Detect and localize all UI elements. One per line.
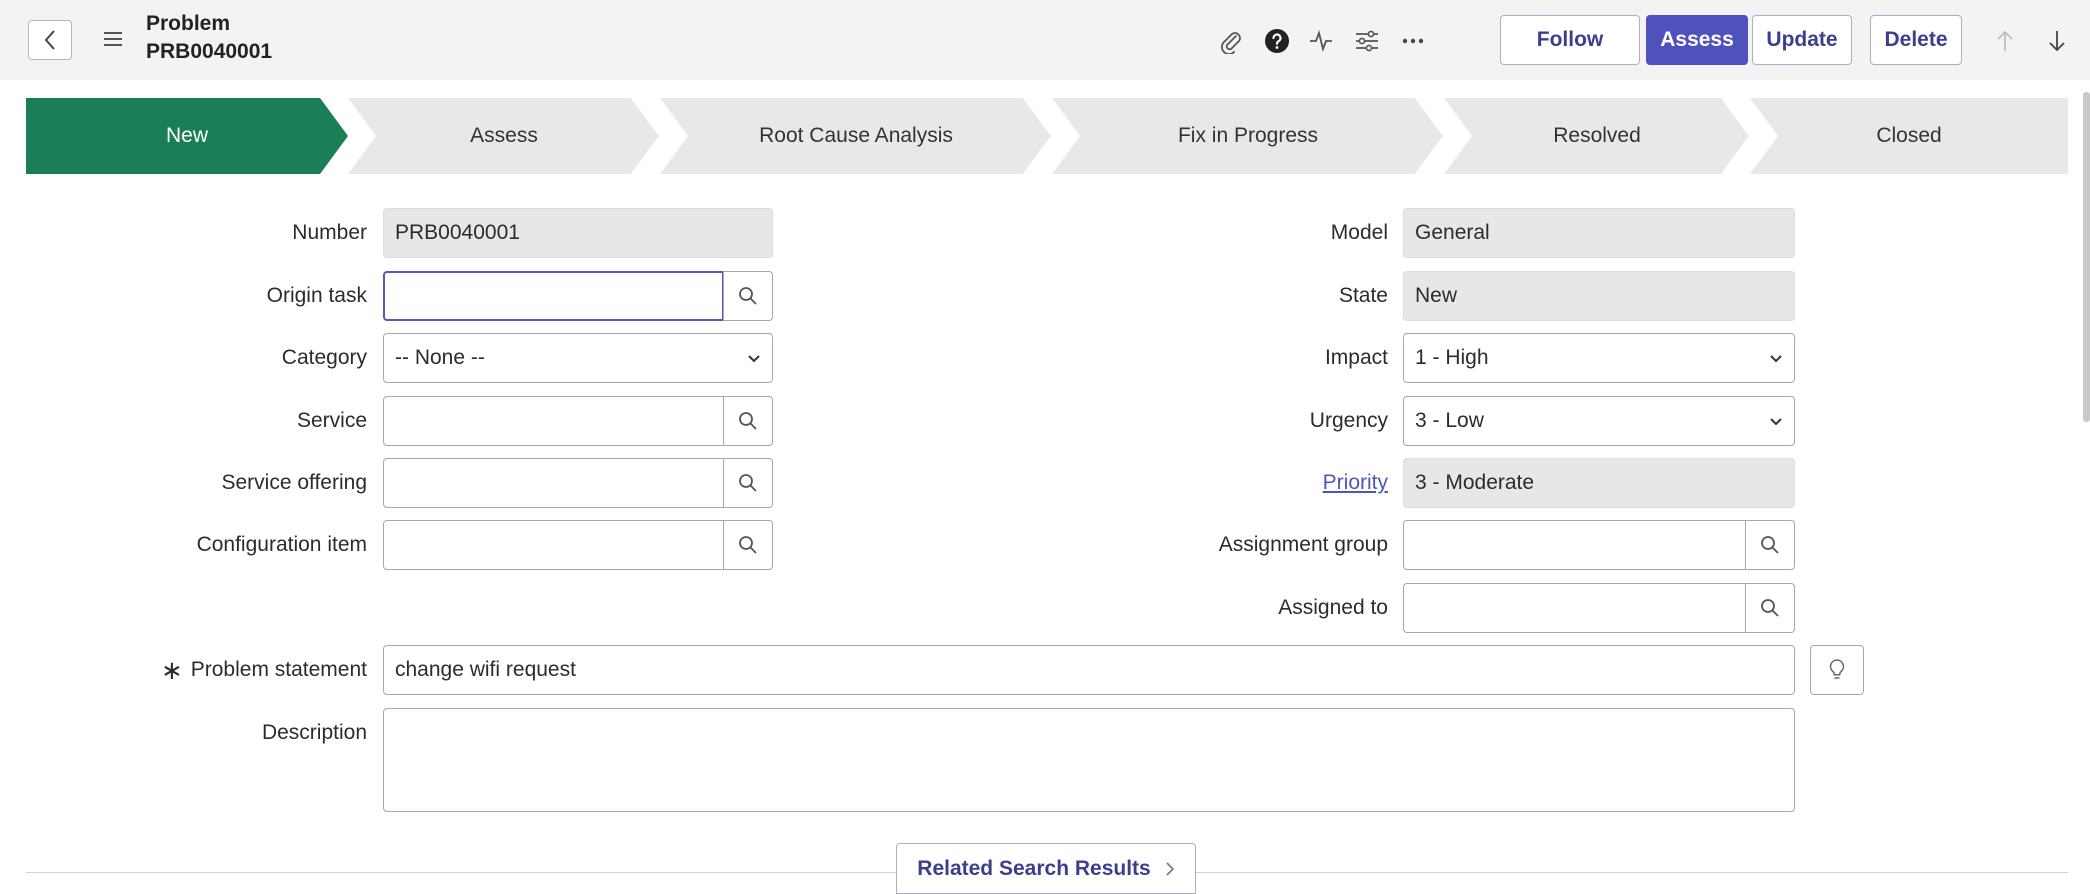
process-flow: New Assess Root Cause Analysis Fix in Pr…	[26, 97, 2068, 175]
description-textarea[interactable]	[383, 708, 1795, 812]
next-record-arrow-icon[interactable]	[2040, 24, 2074, 58]
service-offering-lookup-button[interactable]	[723, 458, 773, 508]
service-input[interactable]	[383, 396, 724, 446]
assigned-to-label: Assigned to	[1278, 596, 1388, 619]
configuration-item-input[interactable]	[383, 520, 724, 570]
impact-select[interactable]: 1 - High	[1403, 333, 1795, 383]
service-offering-input[interactable]	[383, 458, 724, 508]
assignment-group-input[interactable]	[1403, 520, 1746, 570]
urgency-select[interactable]: 3 - Low	[1403, 396, 1795, 446]
assigned-to-lookup-button[interactable]	[1745, 583, 1795, 633]
previous-record-arrow-icon[interactable]	[1988, 24, 2022, 58]
assignment-group-label: Assignment group	[1218, 533, 1388, 556]
chevron-down-icon	[1770, 355, 1782, 363]
problem-statement-label-text: Problem statement	[190, 658, 367, 681]
back-button[interactable]	[28, 20, 72, 60]
problem-statement-label: ∗ Problem statement	[40, 645, 367, 695]
impact-value: 1 - High	[1415, 346, 1489, 369]
model-label: Model	[1330, 221, 1388, 244]
form-header: Problem PRB0040001 Follow Assess Update …	[0, 0, 2090, 80]
description-label: Description	[261, 721, 367, 744]
stage-fix-in-progress[interactable]: Fix in Progress	[1052, 98, 1444, 174]
assess-button[interactable]: Assess	[1646, 15, 1748, 65]
origin-task-label: Origin task	[266, 284, 367, 307]
stage-assess[interactable]: Assess	[348, 98, 660, 174]
follow-button[interactable]: Follow	[1500, 15, 1640, 65]
configuration-item-lookup-button[interactable]	[723, 520, 773, 570]
help-icon[interactable]	[1260, 24, 1294, 58]
origin-task-input[interactable]	[383, 271, 724, 321]
settings-sliders-icon[interactable]	[1350, 24, 1384, 58]
problem-statement-input[interactable]: change wifi request	[383, 645, 1795, 695]
service-lookup-button[interactable]	[723, 396, 773, 446]
category-label: Category	[281, 346, 367, 369]
update-button[interactable]: Update	[1752, 15, 1852, 65]
chevron-down-icon	[1770, 418, 1782, 426]
search-icon	[1761, 536, 1779, 554]
lightbulb-icon	[1829, 659, 1845, 679]
search-icon	[739, 412, 757, 430]
number-label: Number	[292, 221, 367, 244]
priority-link[interactable]: Priority	[1323, 471, 1388, 495]
suggestion-button[interactable]	[1810, 645, 1864, 695]
vertical-scrollbar[interactable]	[2083, 92, 2090, 422]
category-select[interactable]: -- None --	[383, 333, 773, 383]
chevron-down-icon	[748, 355, 760, 363]
stage-root-cause-analysis[interactable]: Root Cause Analysis	[660, 98, 1052, 174]
more-icon[interactable]	[1396, 24, 1430, 58]
impact-label: Impact	[1324, 346, 1388, 369]
urgency-value: 3 - Low	[1415, 409, 1484, 432]
form-title: Problem	[146, 12, 231, 35]
related-search-results-button[interactable]: Related Search Results	[896, 843, 1196, 894]
state-label: State	[1338, 284, 1388, 307]
search-icon	[739, 536, 757, 554]
priority-label: Priority	[1100, 458, 1388, 508]
search-icon	[739, 474, 757, 492]
stage-closed[interactable]: Closed	[1750, 98, 2068, 174]
delete-button[interactable]: Delete	[1870, 15, 1962, 65]
origin-task-lookup-button[interactable]	[723, 271, 773, 321]
record-number: PRB0040001	[146, 40, 273, 63]
assigned-to-input[interactable]	[1403, 583, 1746, 633]
chevron-left-icon	[44, 30, 55, 50]
search-icon	[1761, 599, 1779, 617]
priority-field: 3 - Moderate	[1403, 458, 1795, 508]
hamburger-menu-icon[interactable]	[100, 24, 126, 54]
activity-icon[interactable]	[1304, 24, 1338, 58]
required-mark: ∗	[160, 655, 183, 685]
attachment-icon[interactable]	[1214, 24, 1248, 58]
configuration-item-label: Configuration item	[196, 533, 367, 556]
service-label: Service	[296, 409, 367, 432]
model-field: General	[1403, 208, 1795, 258]
state-field: New	[1403, 271, 1795, 321]
number-field: PRB0040001	[383, 208, 773, 258]
urgency-label: Urgency	[1309, 409, 1388, 432]
search-icon	[739, 287, 757, 305]
stage-resolved[interactable]: Resolved	[1444, 98, 1750, 174]
service-offering-label: Service offering	[221, 471, 367, 494]
category-value: -- None --	[395, 346, 485, 369]
assignment-group-lookup-button[interactable]	[1745, 520, 1795, 570]
stage-new[interactable]: New	[26, 98, 348, 174]
related-search-results-label: Related Search Results	[917, 856, 1151, 880]
chevron-right-icon	[1166, 861, 1174, 876]
